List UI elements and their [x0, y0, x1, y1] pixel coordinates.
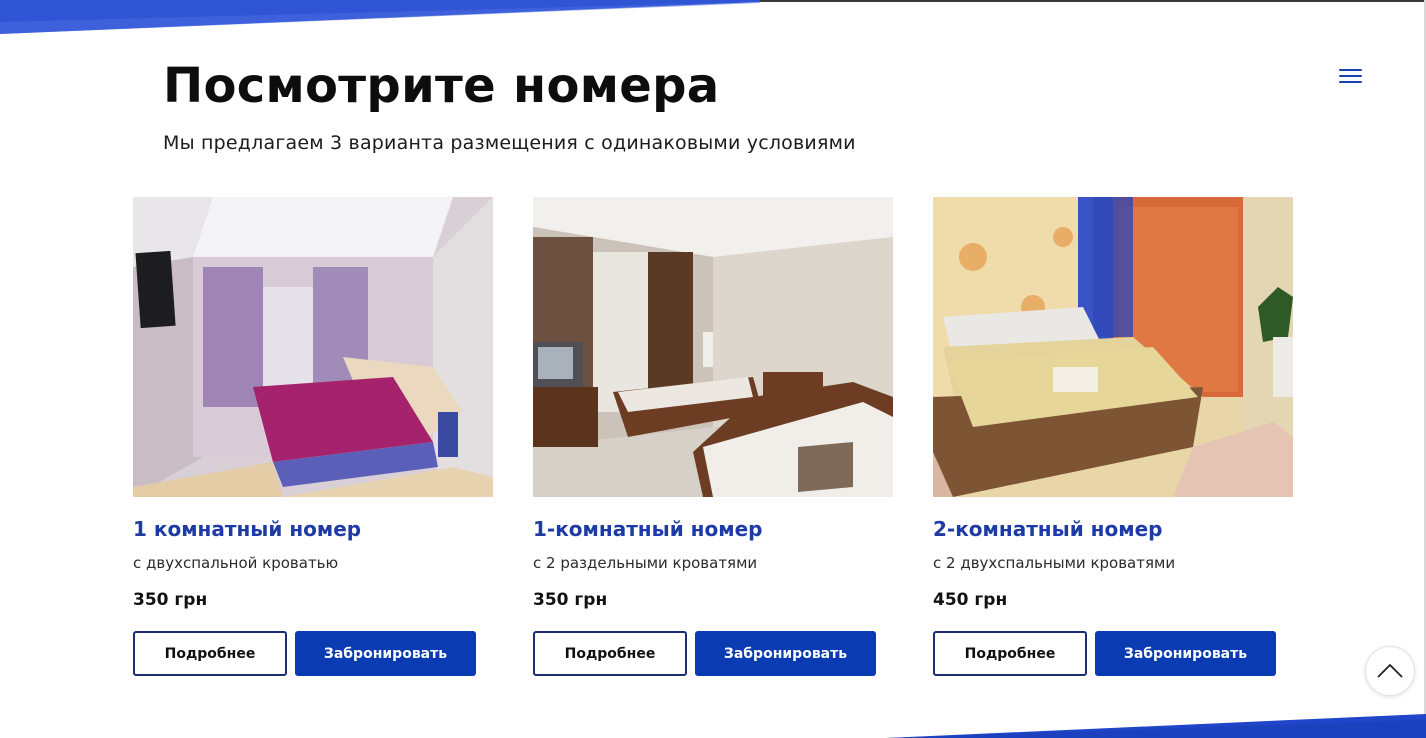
room-price: 450 грн: [933, 590, 1008, 610]
bottom-decoration: [886, 714, 1426, 738]
room-description: с 2 раздельными кроватями: [533, 554, 758, 572]
room-title[interactable]: 2-комнатный номер: [933, 517, 1162, 541]
room-price: 350 грн: [533, 590, 608, 610]
room-photo: [133, 197, 493, 497]
room-photo: [533, 197, 893, 497]
page-subtitle: Мы предлагаем 3 варианта размещения с од…: [163, 132, 856, 154]
room-photo: [933, 197, 1293, 497]
room-description: с двухспальной кроватью: [133, 554, 339, 572]
top-decoration: [0, 0, 760, 34]
details-button[interactable]: Подробнее: [533, 631, 687, 676]
book-button[interactable]: Забронировать: [1095, 631, 1276, 676]
scroll-to-top-button[interactable]: [1365, 646, 1415, 696]
room-card: 1-комнатный номер с 2 раздельными кроват…: [533, 197, 893, 676]
book-button[interactable]: Забронировать: [695, 631, 876, 676]
page-title: Посмотрите номера: [163, 58, 720, 114]
hamburger-menu-icon[interactable]: [1338, 66, 1364, 86]
room-title[interactable]: 1 комнатный номер: [133, 517, 361, 541]
room-description: с 2 двухспальными кроватями: [933, 554, 1176, 572]
room-title[interactable]: 1-комнатный номер: [533, 517, 762, 541]
room-price: 350 грн: [133, 590, 208, 610]
details-button[interactable]: Подробнее: [133, 631, 287, 676]
details-button[interactable]: Подробнее: [933, 631, 1087, 676]
book-button[interactable]: Забронировать: [295, 631, 476, 676]
room-card: 2-комнатный номер с 2 двухспальными кров…: [933, 197, 1293, 676]
chevron-up-icon: [1377, 664, 1403, 678]
room-card: 1 комнатный номер с двухспальной кровать…: [133, 197, 493, 676]
